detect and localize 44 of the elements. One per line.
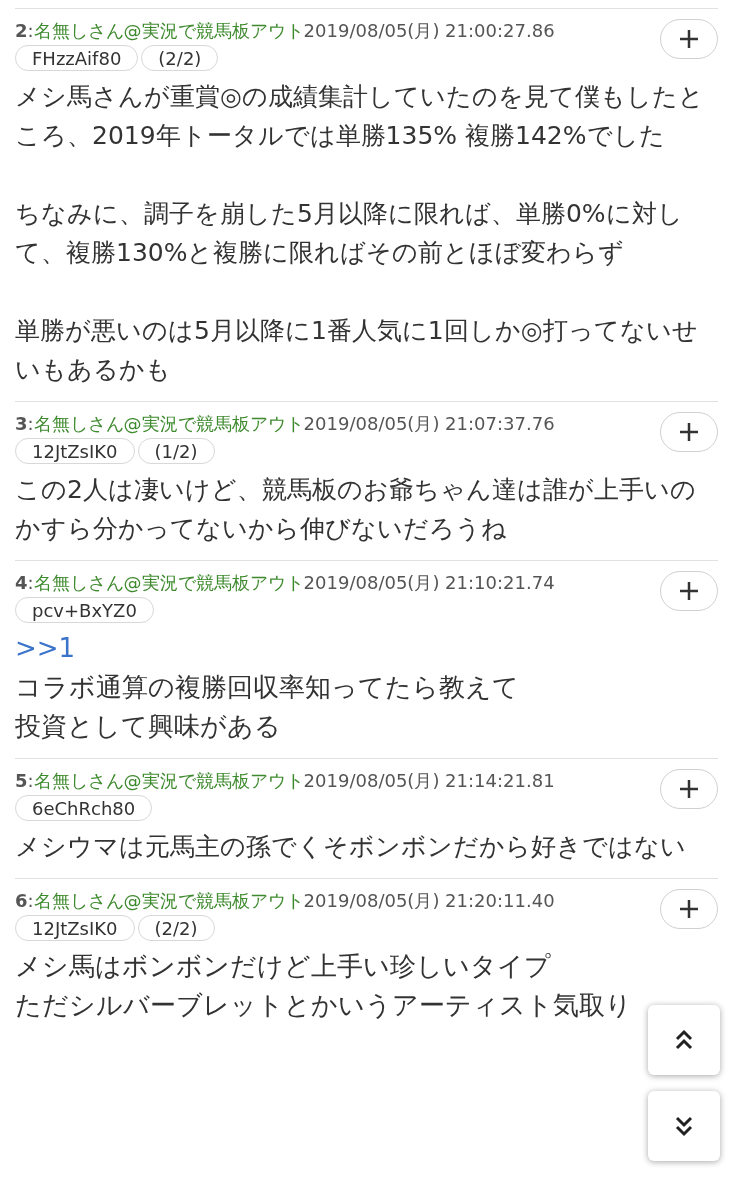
post-text: メシ馬はボンボンだけど上手い珍しいタイプ [15,950,551,983]
reply-button[interactable] [660,769,718,809]
separator: : [27,571,34,595]
separator: : [27,19,34,43]
plus-icon [679,422,699,442]
post-date: 2019/08/05(月) 21:07:37.76 [303,412,555,436]
plus-icon [679,899,699,919]
anchor-link[interactable]: >>1 [15,629,76,668]
separator: : [27,412,34,436]
post-text: この2人は凄いけど、競馬板のお爺ちゃん達は誰が上手いのかすら分かってないから伸びないだろうね [15,474,697,545]
plus-icon [679,779,699,799]
post-number: 5 [15,769,28,793]
separator: : [27,769,34,793]
post-text: メシ馬さんが重賞◎の成績集計していたのを見て僕もしたところ、2019年トータルでは単勝135% 複勝142%でした [15,81,705,152]
poster-name: 名無しさん@実況で競馬板アウト [33,769,304,793]
post-date: 2019/08/05(月) 21:20:11.40 [303,889,555,913]
scroll-top-button[interactable] [648,1005,720,1075]
post-date: 2019/08/05(月) 21:00:27.86 [303,19,555,43]
post-date: 2019/08/05(月) 21:14:21.81 [303,769,555,793]
post-text: 単勝が悪いのは5月以降に1番人気に1回しか◎打ってないせいもあるかも [15,315,699,386]
poster-name: 名無しさん@実況で競馬板アウト [33,889,304,913]
post-text: メシウマは元馬主の孫でくそボンボンだから好きではない [15,831,686,863]
reply-button[interactable] [660,412,718,452]
post-date: 2019/08/05(月) 21:10:21.74 [303,571,555,595]
double-chevron-down-icon [675,1115,693,1137]
reply-button[interactable] [660,19,718,59]
post-text: 投資として興味がある [15,710,281,743]
poster-name: 名無しさん@実況で競馬板アウト [33,412,304,436]
post-number: 4 [15,571,28,595]
scroll-bottom-button[interactable] [648,1091,720,1161]
post-text: ただシルバーブレットとかいうアーティスト気取り [15,989,632,1022]
post-number: 2 [15,19,28,43]
double-chevron-up-icon [675,1029,693,1051]
post-text: コラボ通算の複勝回収率知ってたら教えて [15,671,519,704]
post-number: 6 [15,889,28,913]
post-number: 3 [15,412,28,436]
plus-icon [679,581,699,601]
poster-name: 名無しさん@実況で競馬板アウト [33,571,304,595]
plus-icon [679,29,699,49]
reply-button[interactable] [660,571,718,611]
post-text: ちなみに、調子を崩した5月以降に限れば、単勝0%に対して、複勝130%と複勝に限ればその前とほぼ変わらず [15,198,684,269]
reply-button[interactable] [660,889,718,929]
poster-name: 名無しさん@実況で競馬板アウト [33,19,304,43]
separator: : [27,889,34,913]
